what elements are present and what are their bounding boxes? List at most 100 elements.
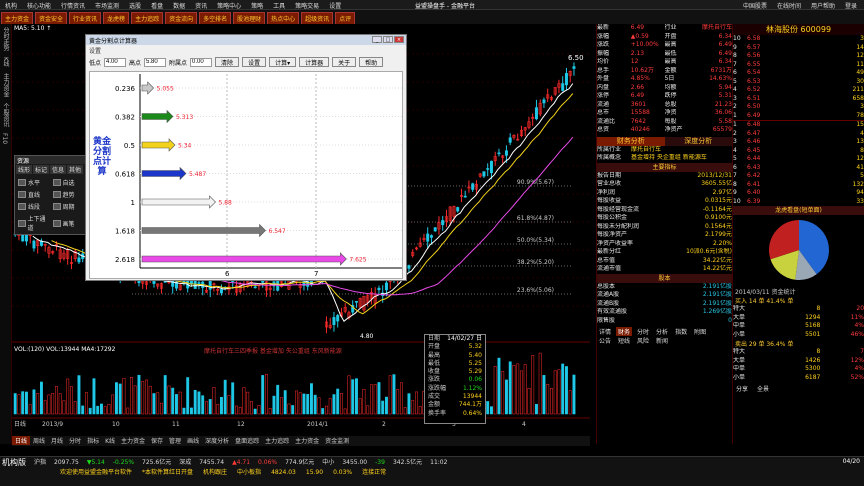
panel-link[interactable]: 公告 (597, 336, 613, 345)
draw-tool-tab[interactable]: 线形 (16, 165, 33, 174)
volume-bar (501, 371, 505, 415)
draw-tool-label: 上下通道 (27, 216, 46, 232)
draw-tool-tab[interactable]: 其他 (67, 165, 84, 174)
sidebar-item[interactable]: F10 (0, 130, 9, 147)
panel-link[interactable]: 财务 (616, 327, 633, 336)
panel-link[interactable]: 风险 (635, 336, 651, 345)
x-axis-tick: 2 (382, 421, 386, 428)
order-row: 1 6.48 15 (733, 121, 864, 130)
status-item: -39 (375, 459, 385, 466)
price-input[interactable] (144, 57, 167, 67)
draw-tool-item[interactable]: 上下通道 (18, 214, 50, 232)
golden-ratio-dialog[interactable]: 黄金分割点计算器 _□× 设置 低点高点附属点清除设置计算▾计算器关于帮助 黄金… (85, 34, 407, 281)
bottom-tab[interactable]: 资金监测 (322, 436, 352, 445)
indicator-row: 总市值 34.22亿元 (597, 257, 732, 266)
book-tab[interactable]: 全景 (754, 384, 772, 393)
quote-tab[interactable]: 深度分析 (664, 136, 732, 146)
bottom-tab[interactable]: 日线 (12, 436, 31, 445)
panel-link[interactable]: 附图 (692, 327, 708, 336)
panel-link[interactable]: 新闻 (654, 336, 670, 345)
line-tool-icon (52, 203, 61, 210)
candle-body (489, 160, 493, 174)
draw-tool-item[interactable]: 周期 (52, 202, 85, 211)
panel-link[interactable]: 指数 (673, 327, 689, 336)
dialog-button[interactable]: 计算器 (299, 57, 330, 67)
draw-tool-tab[interactable]: 信息 (50, 165, 67, 174)
bottom-tab[interactable]: 保存 (148, 436, 166, 445)
order-row: 6 6.43 41 (733, 164, 864, 173)
draw-tool-item[interactable]: 趋势 (52, 190, 85, 199)
bottom-tab[interactable]: 周线 (30, 436, 48, 445)
bottom-tab[interactable]: 主力资金 (118, 436, 148, 445)
quote-row: 涨停 6.49 跌停 5.31 (597, 92, 732, 101)
order-volume: 41 (856, 163, 864, 171)
draw-tool-item[interactable]: 画笔 (52, 214, 85, 232)
price-input[interactable] (104, 57, 127, 67)
fib-level-label: 38.2%(5.20) (517, 259, 554, 266)
volume-bar (373, 384, 377, 415)
panel-link[interactable]: 短线 (616, 336, 632, 345)
indicator-key: 每股收益 (597, 197, 622, 204)
volume-bar (512, 365, 516, 415)
sidebar-item[interactable]: 主力资金 (0, 70, 11, 100)
sidebar-item[interactable]: 个股资讯 (0, 100, 11, 130)
price-input[interactable] (190, 57, 213, 67)
close-icon[interactable]: × (394, 36, 404, 43)
volume-bar (51, 392, 55, 415)
quote-tab[interactable]: 财务分析 (597, 136, 665, 146)
panel-link[interactable]: 分析 (654, 327, 670, 336)
dialog-button[interactable]: 帮助 (359, 57, 384, 67)
volume-bar (66, 378, 70, 415)
tooltip-row: 涨跌 0.06 (425, 376, 485, 384)
draw-tool-item[interactable]: 水平 (18, 178, 50, 187)
bottom-tab[interactable]: 指标 (84, 436, 102, 445)
volume-bar (313, 394, 317, 415)
order-book-panel: 林海股份 600099 10 6.58 3 9 6.57 14 8 6.56 12 7 6.55 11 6… (732, 24, 864, 444)
tooltip-value: 744.1万 (458, 401, 482, 409)
order-row: 5 6.44 12 (733, 155, 864, 164)
bottom-tab[interactable]: 管理 (166, 436, 184, 445)
quote-key: 开盘 (664, 32, 677, 40)
sidebar-item[interactable]: 分时走势 (0, 24, 11, 54)
bottom-tab[interactable]: K线 (102, 436, 118, 445)
minimize-icon[interactable]: _ (372, 36, 382, 43)
book-tab[interactable]: 分享 (733, 384, 751, 393)
fund-key: 小单 (733, 373, 746, 381)
dialog-button[interactable]: 设置 (242, 57, 267, 67)
volume-bar (377, 382, 381, 415)
indicator-key: 净利润 (597, 188, 616, 196)
draw-tool-item[interactable]: 线段 (18, 202, 50, 211)
bottom-tab[interactable]: 盘面追踪 (232, 436, 262, 445)
panel-link[interactable]: 分时 (635, 327, 651, 336)
bottom-tab[interactable]: 月线 (48, 436, 66, 445)
quote-key: 总市 (597, 109, 610, 116)
panel-link[interactable]: 详情 (597, 327, 613, 336)
volume-bar (561, 363, 565, 415)
indicator-value: 10派0.6元(含税) (686, 248, 732, 255)
pie-date: 2014/03/11 资金统计 (735, 289, 796, 296)
dialog-title-bar[interactable]: 黄金分割点计算器 _ □ × (86, 35, 406, 45)
dialog-button[interactable]: 计算▾ (269, 57, 297, 67)
quote-value: 6.34 (718, 58, 732, 65)
tooltip-key: 换手率 (428, 409, 447, 417)
indicator-key: 总市值 (597, 256, 616, 264)
maximize-icon[interactable]: □ (383, 36, 393, 43)
bottom-tab[interactable]: 画线 (184, 436, 202, 445)
draw-tool-tab[interactable]: 标记 (33, 165, 50, 174)
sidebar-item[interactable]: K线 (0, 54, 11, 70)
fund-count: 8 (816, 348, 821, 355)
quote-tabs: 财务分析 深度分析 (597, 136, 732, 146)
dialog-button[interactable]: 清除 (215, 57, 240, 67)
bottom-tab[interactable]: 主力追踪 (262, 436, 292, 445)
bottom-tab[interactable]: 分时 (66, 436, 84, 445)
draw-tool-item[interactable]: 自选 (52, 178, 85, 187)
dialog-button[interactable]: 关于 (332, 57, 357, 67)
volume-bar (96, 405, 100, 415)
volume-bar (253, 408, 257, 415)
fund-pct: 52% (850, 373, 864, 381)
draw-tool-item[interactable]: 直线 (18, 190, 50, 199)
plot-axis-tick: 7 (314, 270, 318, 278)
draw-tool-panel[interactable]: 资源 线形 标记 信息 其他 水平 自选 直线 趋势 线段 周期 上下通道 画笔 (14, 155, 88, 235)
bottom-tab[interactable]: 深度分析 (202, 436, 232, 445)
bottom-tab[interactable]: 主力资金 (292, 436, 322, 445)
